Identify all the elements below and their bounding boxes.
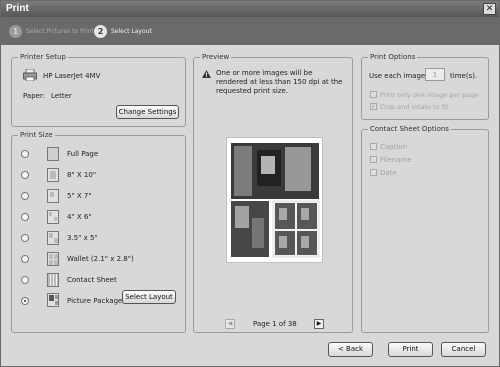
option-label-4x6: 4" X 6" (67, 213, 92, 221)
radio-contact-sheet[interactable] (21, 276, 29, 284)
group-legend: Preview (202, 53, 230, 61)
back-button[interactable]: < Back (328, 342, 373, 357)
arrow-left-icon: ◀ (227, 320, 233, 327)
radio-4x6[interactable] (21, 213, 29, 221)
group-legend: Printer Setup (20, 53, 66, 61)
option-label-3.5x5: 3.5" x 5" (67, 234, 98, 242)
date-checkbox[interactable] (370, 169, 377, 176)
caption-label: Caption (380, 143, 408, 151)
picture-package-icon (47, 293, 59, 307)
option-label-contact-sheet: Contact Sheet (67, 276, 117, 284)
page-indicator: Page 1 of 38 (253, 320, 297, 328)
dpi-warning-text: One or more images will be rendered at l… (216, 69, 343, 95)
group-legend: Print Size (20, 131, 53, 139)
previous-page-button[interactable]: ◀ (225, 319, 235, 329)
wizard-steps: 1 Select Pictures to Print 2 Select Layo… (1, 17, 499, 45)
picture-package-preview (231, 143, 320, 258)
option-label-8x10: 8" X 10" (67, 171, 97, 179)
radio-picture-package[interactable] (21, 297, 29, 305)
change-settings-button[interactable]: Change Settings (116, 105, 179, 119)
filename-checkbox[interactable] (370, 156, 377, 163)
close-button[interactable]: ✕ (483, 3, 496, 15)
radio-3.5x5[interactable] (21, 234, 29, 242)
printer-name: HP LaserJet 4MV (43, 72, 101, 80)
caption-checkbox[interactable] (370, 143, 377, 150)
date-label: Date (380, 169, 397, 177)
radio-full-page[interactable] (21, 150, 29, 158)
title-bar: Print ✕ (1, 1, 499, 17)
8x10-icon (47, 168, 59, 182)
print-only-one-checkbox[interactable] (370, 91, 377, 98)
option-label-full-page: Full Page (67, 150, 99, 158)
crop-rotate-label: Crop and rotate to fit (380, 103, 449, 111)
4x6-icon (47, 210, 59, 224)
step-label: Select Layout (111, 27, 152, 35)
full-page-icon (47, 147, 59, 161)
radio-5x7[interactable] (21, 192, 29, 200)
warning-icon (202, 70, 211, 78)
crop-rotate-checkbox[interactable]: ✓ (370, 103, 377, 110)
select-layout-button[interactable]: Select Layout (122, 290, 176, 304)
paper-value: Letter (51, 92, 72, 100)
next-page-button[interactable]: ▶ (314, 319, 324, 329)
radio-8x10[interactable] (21, 171, 29, 179)
times-input[interactable] (425, 68, 445, 81)
print-dialog: Print ✕ 1 Select Pictures to Print 2 Sel… (0, 0, 500, 367)
arrow-right-icon: ▶ (316, 320, 322, 327)
step-label: Select Pictures to Print (26, 27, 94, 35)
close-icon: ✕ (485, 4, 494, 14)
times-suffix: time(s). (450, 72, 478, 80)
option-label-5x7: 5" X 7" (67, 192, 92, 200)
window-title: Print (6, 3, 29, 14)
group-legend: Print Options (370, 53, 416, 61)
wizard-step-select-pictures[interactable]: 1 Select Pictures to Print (9, 24, 94, 38)
paper-label: Paper: (23, 92, 46, 100)
contact-sheet-icon (47, 273, 59, 287)
option-label-wallet: Wallet (2.1" x 2.8") (67, 255, 134, 263)
step-number: 1 (9, 24, 22, 38)
cancel-button[interactable]: Cancel (441, 342, 486, 357)
printer-icon (23, 69, 37, 81)
wallet-icon (47, 252, 59, 266)
wizard-step-select-layout[interactable]: 2 Select Layout (94, 24, 152, 38)
print-button[interactable]: Print (388, 342, 433, 357)
filename-label: Filename (380, 156, 412, 164)
radio-wallet[interactable] (21, 255, 29, 263)
print-only-one-label: Print only one image per page (380, 91, 479, 99)
5x7-icon (47, 189, 59, 203)
preview-page (226, 137, 323, 263)
use-each-image-label: Use each image (369, 72, 426, 80)
3.5x5-icon (47, 231, 59, 245)
group-legend: Contact Sheet Options (370, 125, 449, 133)
step-number: 2 (94, 24, 107, 38)
option-label-picture-package: Picture Package (67, 297, 123, 305)
